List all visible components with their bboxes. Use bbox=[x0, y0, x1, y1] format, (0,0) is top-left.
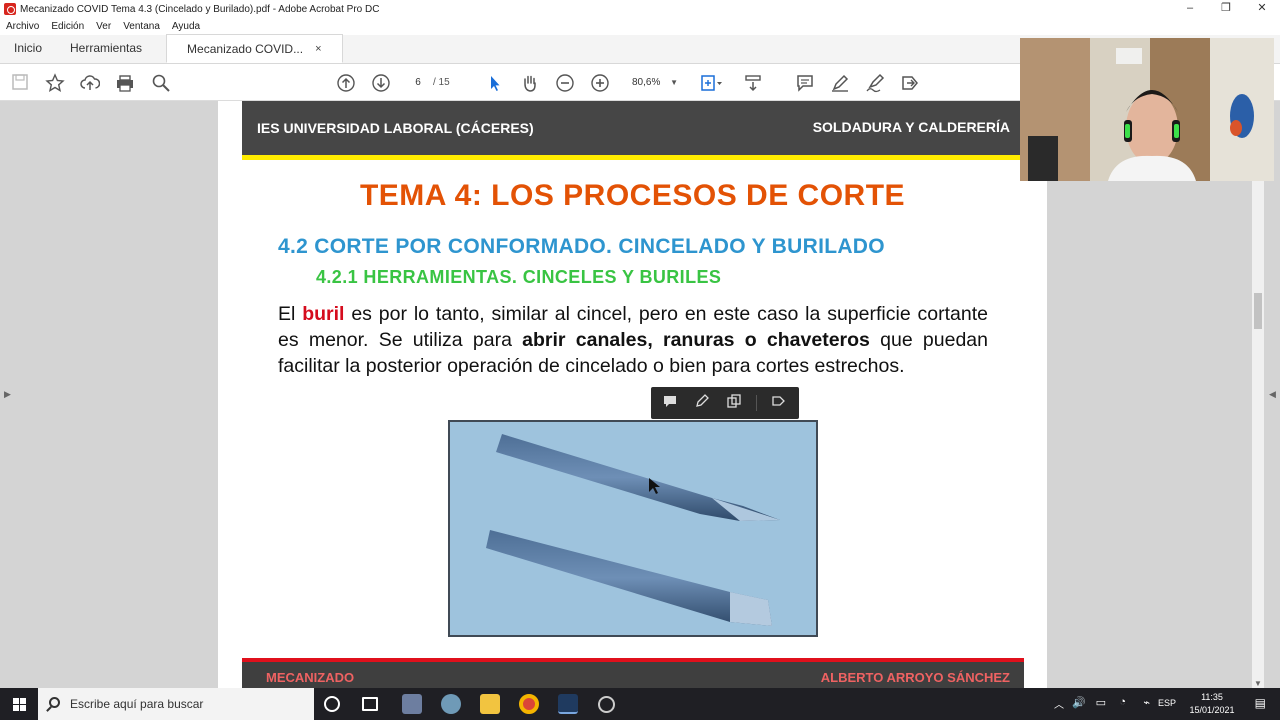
copy-icon[interactable] bbox=[725, 394, 743, 412]
language-indicator[interactable]: ESP bbox=[1158, 698, 1176, 708]
acrobat-icon bbox=[4, 3, 16, 15]
taskbar-search-placeholder: Escribe aquí para buscar bbox=[70, 697, 204, 711]
scroll-down-icon[interactable]: ▼ bbox=[1252, 679, 1264, 688]
left-panel-toggle-icon[interactable]: ▶ bbox=[4, 389, 11, 400]
tab-herramientas[interactable]: Herramientas bbox=[56, 34, 156, 63]
header-right: SOLDADURA Y CALDERERÍA bbox=[812, 119, 1010, 135]
body-highlight-buril: buril bbox=[302, 303, 345, 325]
scroll-mode-icon[interactable] bbox=[743, 73, 763, 93]
footer-right: ALBERTO ARROYO SÁNCHEZ bbox=[820, 670, 1010, 685]
body-text-1: El bbox=[278, 303, 303, 325]
toolbar-separator bbox=[756, 395, 757, 411]
vertical-scrollbar[interactable]: ▲ ▼ bbox=[1252, 101, 1264, 688]
acrobat-taskbar-icon[interactable] bbox=[558, 694, 578, 714]
tray-expand-icon[interactable]: ︿ bbox=[1054, 696, 1064, 711]
sign-icon[interactable] bbox=[865, 73, 885, 93]
bookmark-star-icon[interactable] bbox=[45, 73, 65, 93]
menu-ventana[interactable]: Ventana bbox=[123, 21, 160, 32]
start-button[interactable] bbox=[0, 688, 38, 720]
network-icon[interactable]: ⌁ bbox=[1143, 696, 1150, 709]
window-controls: – ❐ ✕ bbox=[1172, 0, 1280, 18]
obs-icon[interactable] bbox=[598, 696, 615, 713]
chrome-icon[interactable] bbox=[519, 694, 539, 714]
menu-ver[interactable]: Ver bbox=[96, 21, 111, 32]
save-icon[interactable] bbox=[10, 73, 30, 93]
battery-icon[interactable]: ▭ bbox=[1096, 696, 1106, 709]
cloud-upload-icon[interactable] bbox=[80, 73, 101, 93]
maximize-button[interactable]: ❐ bbox=[1208, 0, 1244, 18]
footer-left: MECANIZADO bbox=[266, 670, 355, 685]
menu-edicion[interactable]: Edición bbox=[51, 21, 84, 32]
clock-date: 15/01/2021 bbox=[1189, 705, 1235, 715]
comment-icon[interactable] bbox=[795, 73, 815, 93]
notifications-icon[interactable]: ▤ bbox=[1255, 696, 1266, 710]
body-highlight-bold: abrir canales, ranuras o chaveteros bbox=[522, 329, 870, 351]
wifi-icon[interactable]: ◔ bbox=[1119, 696, 1126, 708]
zoom-out-icon[interactable] bbox=[555, 73, 575, 93]
page-header: IES UNIVERSIDAD LABORAL (CÁCERES) SOLDAD… bbox=[242, 101, 1024, 155]
search-icon[interactable] bbox=[151, 73, 171, 93]
taskbar-search[interactable]: Escribe aquí para buscar bbox=[38, 688, 314, 720]
zoom-dropdown[interactable]: 80,6% ▼ bbox=[624, 74, 680, 91]
fit-page-icon[interactable] bbox=[700, 73, 722, 93]
header-accent-line bbox=[242, 155, 1024, 160]
document-area[interactable]: ▶ ◀ IES UNIVERSIDAD LABORAL (CÁCERES) SO… bbox=[0, 101, 1280, 688]
menu-archivo[interactable]: Archivo bbox=[6, 21, 39, 32]
page-number-input[interactable]: 6 bbox=[403, 74, 433, 91]
chevron-down-icon: ▼ bbox=[670, 78, 678, 87]
page-up-icon[interactable] bbox=[336, 73, 356, 93]
chisel-photo bbox=[448, 420, 818, 637]
tab-document-label: Mecanizado COVID... bbox=[187, 41, 304, 56]
print-icon[interactable] bbox=[115, 73, 135, 93]
select-cursor-icon[interactable] bbox=[485, 73, 505, 93]
right-panel-toggle-icon[interactable]: ◀ bbox=[1269, 389, 1276, 400]
search-icon bbox=[49, 697, 60, 708]
quick-action-toolbar bbox=[651, 387, 799, 419]
task-view-icon[interactable] bbox=[362, 697, 378, 711]
file-explorer-icon[interactable] bbox=[480, 694, 500, 714]
tab-document[interactable]: Mecanizado COVID... × bbox=[166, 34, 343, 63]
add-comment-icon[interactable] bbox=[661, 394, 679, 412]
menu-ayuda[interactable]: Ayuda bbox=[172, 21, 200, 32]
share-icon-small[interactable] bbox=[770, 394, 788, 412]
scroll-thumb[interactable] bbox=[1254, 293, 1262, 329]
zoom-in-icon[interactable] bbox=[590, 73, 610, 93]
highlight-pen-icon[interactable] bbox=[830, 73, 850, 93]
clock-time: 11:35 bbox=[1201, 692, 1223, 702]
title-bar: Mecanizado COVID Tema 4.3 (Cincelado y B… bbox=[0, 0, 1280, 18]
close-window-button[interactable]: ✕ bbox=[1244, 0, 1280, 18]
section-heading: 4.2 CORTE POR CONFORMADO. CINCELADO Y BU… bbox=[278, 235, 885, 258]
tab-close-icon[interactable]: × bbox=[315, 35, 321, 63]
taskbar: Escribe aquí para buscar ︿ 🔊 ▭ ◔ ⌁ ESP 1… bbox=[0, 688, 1280, 720]
hand-tool-icon[interactable] bbox=[520, 73, 540, 93]
volume-icon[interactable]: 🔊 bbox=[1072, 696, 1086, 709]
tab-inicio[interactable]: Inicio bbox=[0, 34, 56, 63]
header-left: IES UNIVERSIDAD LABORAL (CÁCERES) bbox=[257, 120, 534, 136]
cortana-icon[interactable] bbox=[324, 696, 340, 712]
window-title: Mecanizado COVID Tema 4.3 (Cincelado y B… bbox=[20, 3, 380, 15]
pdf-page: IES UNIVERSIDAD LABORAL (CÁCERES) SOLDAD… bbox=[218, 101, 1047, 688]
page-down-icon[interactable] bbox=[371, 73, 391, 93]
app-icon[interactable] bbox=[441, 694, 461, 714]
body-paragraph: El buril es por lo tanto, similar al cin… bbox=[278, 301, 988, 379]
highlight-icon[interactable] bbox=[693, 394, 711, 412]
menu-bar: Archivo Edición Ver Ventana Ayuda bbox=[0, 18, 1280, 35]
page-title: TEMA 4: LOS PROCESOS DE CORTE bbox=[359, 179, 906, 212]
zoom-value: 80,6% bbox=[632, 77, 661, 88]
page-total: / 15 bbox=[433, 77, 450, 88]
share-icon[interactable] bbox=[900, 73, 920, 93]
calculator-icon[interactable] bbox=[402, 694, 422, 714]
clock[interactable]: 11:35 15/01/2021 bbox=[1184, 691, 1240, 717]
webcam-overlay bbox=[1020, 38, 1274, 181]
page-footer: MECANIZADO ALBERTO ARROYO SÁNCHEZ bbox=[242, 662, 1024, 688]
minimize-button[interactable]: – bbox=[1172, 0, 1208, 18]
subsection-heading: 4.2.1 HERRAMIENTAS. CINCELES Y BURILES bbox=[316, 267, 722, 287]
system-tray: ︿ 🔊 ▭ ◔ ⌁ ESP 11:35 15/01/2021 ▤ bbox=[1050, 688, 1280, 720]
